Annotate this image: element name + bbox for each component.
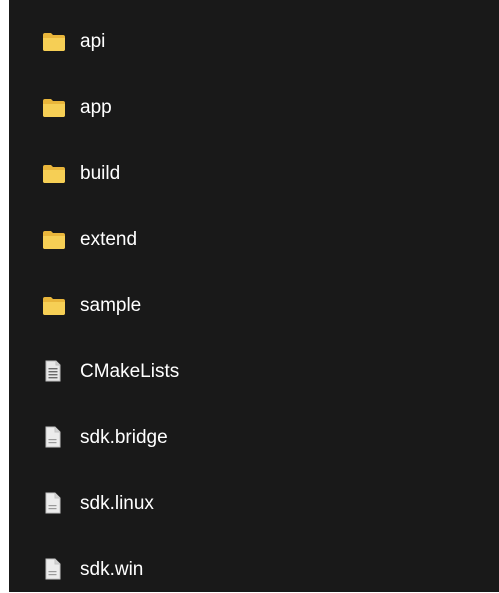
item-name: sdk.win <box>80 559 144 580</box>
item-name: build <box>80 163 121 184</box>
item-name: extend <box>80 229 138 250</box>
item-name: sample <box>80 295 142 316</box>
item-name: app <box>80 97 112 118</box>
list-item-sdk-win[interactable]: sdk.win <box>9 547 499 593</box>
explorer-window: api app build extend sample CMakeLists s… <box>0 0 499 592</box>
folder-icon <box>43 231 65 249</box>
list-item-build[interactable]: build <box>9 151 499 197</box>
list-item-sample[interactable]: sample <box>9 283 499 329</box>
folder-icon <box>43 165 65 183</box>
blank-document-icon <box>45 426 61 448</box>
list-item-app[interactable]: app <box>9 85 499 131</box>
blank-document-icon <box>45 492 61 514</box>
text-document-icon <box>45 360 61 382</box>
list-item-extend[interactable]: extend <box>9 217 499 263</box>
folder-icon <box>43 99 65 117</box>
list-item-cmakelists[interactable]: CMakeLists <box>9 349 499 395</box>
list-item-sdk-linux[interactable]: sdk.linux <box>9 481 499 527</box>
folder-icon <box>43 297 65 315</box>
item-name: api <box>80 31 106 52</box>
folder-icon <box>43 33 65 51</box>
list-item-api[interactable]: api <box>9 19 499 65</box>
item-name: sdk.bridge <box>80 427 168 448</box>
list-item-sdk-bridge[interactable]: sdk.bridge <box>9 415 499 461</box>
file-list-pane: api app build extend sample CMakeLists s… <box>9 0 499 592</box>
blank-document-icon <box>45 558 61 580</box>
item-name: sdk.linux <box>80 493 154 514</box>
item-name: CMakeLists <box>80 361 180 382</box>
